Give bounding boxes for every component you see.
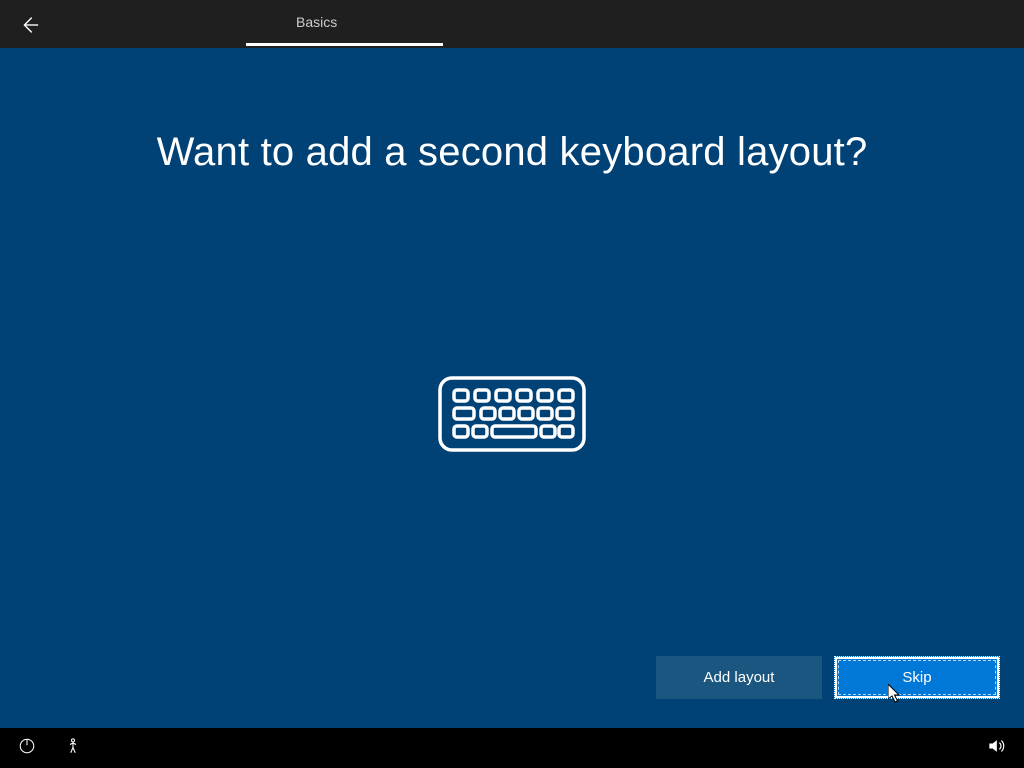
button-row: Add layout Skip [656,656,1000,699]
add-layout-button[interactable]: Add layout [656,656,822,699]
accessibility-icon[interactable] [64,737,82,760]
bottom-bar-left [18,737,82,760]
skip-button[interactable]: Skip [834,656,1000,699]
tab-container: Basics [246,0,387,48]
add-layout-button-label: Add layout [704,669,775,686]
tab-label: Basics [296,14,337,30]
tab-underline [246,43,443,46]
skip-button-label: Skip [902,669,931,686]
keyboard-icon [0,375,1024,453]
volume-icon[interactable] [986,736,1006,761]
bottom-bar [0,728,1024,768]
top-bar: Basics [0,0,1024,48]
power-icon[interactable] [18,737,36,760]
back-arrow-icon[interactable] [18,14,40,41]
page-heading: Want to add a second keyboard layout? [0,130,1024,175]
main-content: Want to add a second keyboard layout? [0,130,1024,453]
tab-basics[interactable]: Basics [246,0,387,46]
